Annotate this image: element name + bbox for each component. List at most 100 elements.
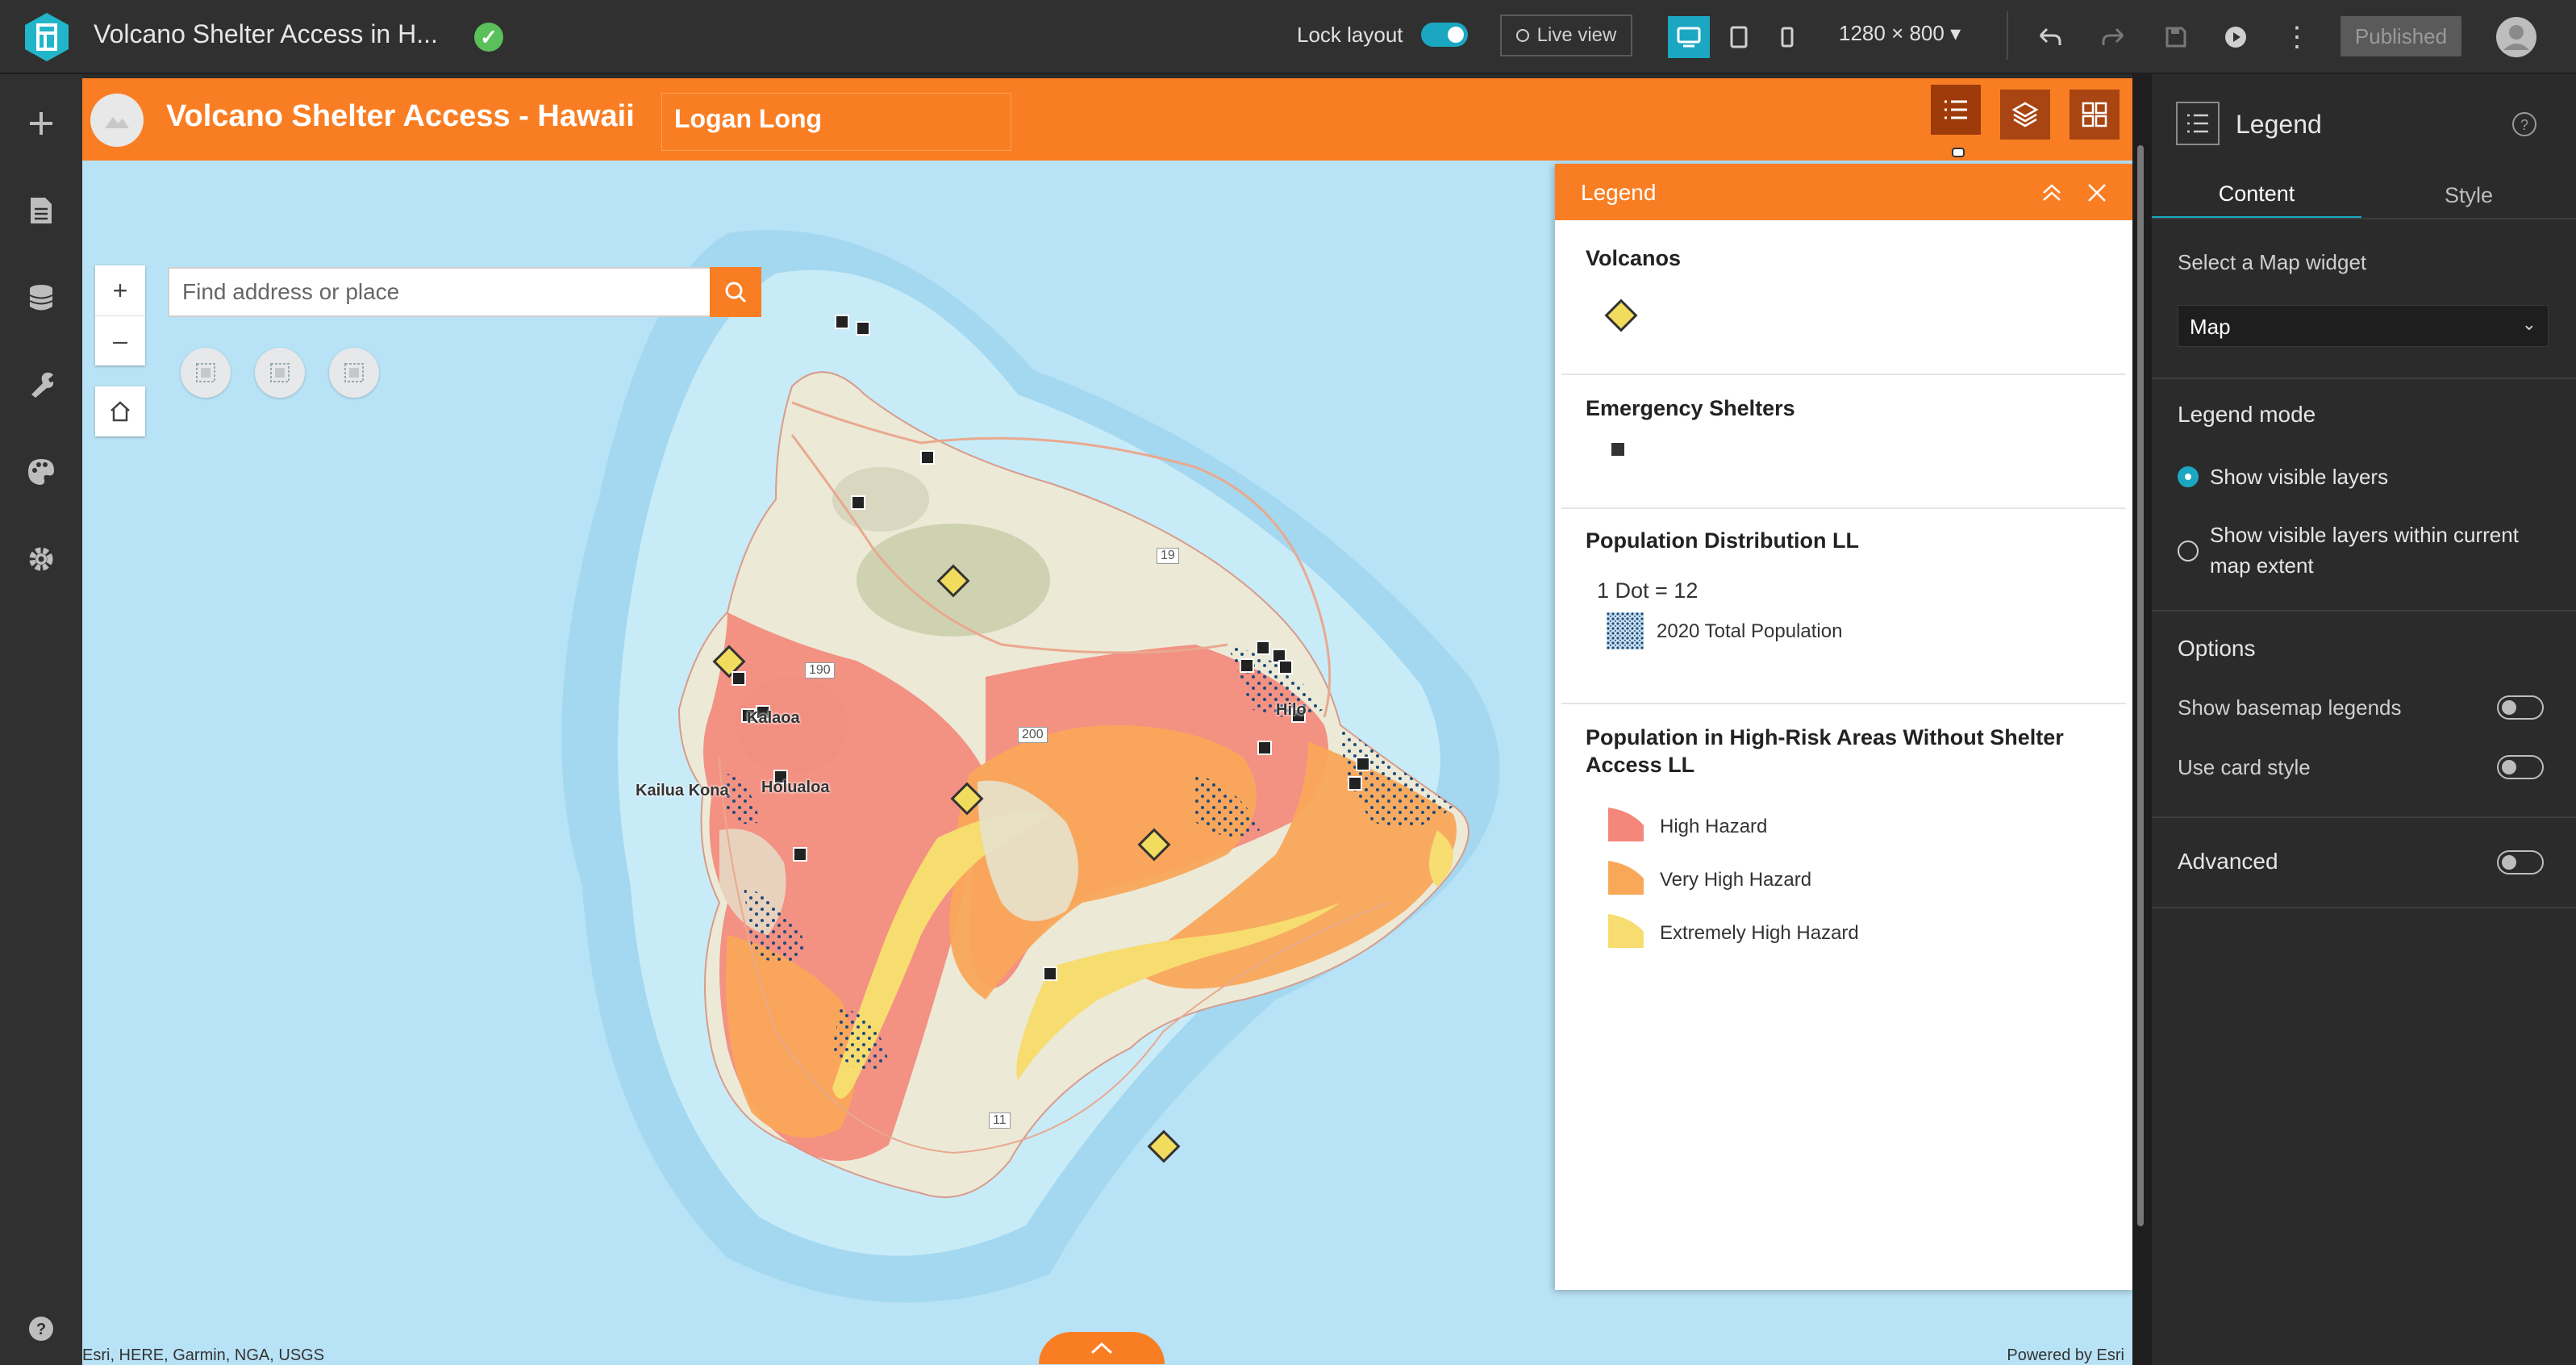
basemap-gallery-button[interactable] xyxy=(2070,90,2120,140)
zoom-control: + – xyxy=(95,265,145,365)
user-avatar[interactable] xyxy=(2495,16,2537,58)
publish-button[interactable]: Published xyxy=(2340,16,2461,56)
volcano-marker xyxy=(1147,1129,1181,1163)
zoom-out-button[interactable]: – xyxy=(95,315,145,365)
layers-button[interactable] xyxy=(2000,90,2050,140)
radio-visible-in-extent[interactable] xyxy=(2178,541,2199,561)
resolution-value: 1280 × 800 xyxy=(1839,21,1945,45)
population-dot-swatch xyxy=(1607,612,1644,649)
search-icon xyxy=(725,282,747,303)
legend-heading-volcanos: Volcanos xyxy=(1586,246,1682,270)
theme-palette-icon[interactable] xyxy=(21,452,61,492)
chevron-down-icon: ⌄ xyxy=(2521,314,2536,334)
user-icon xyxy=(2496,17,2536,57)
undo-button[interactable] xyxy=(2029,16,2071,58)
collapse-panel-button[interactable] xyxy=(2036,177,2068,209)
page-icon[interactable] xyxy=(21,190,61,231)
tablet-view-button[interactable] xyxy=(1718,16,1760,58)
settings-gear-icon[interactable] xyxy=(21,539,61,579)
shelter-marker xyxy=(793,847,807,862)
save-icon xyxy=(2165,27,2186,48)
select-widget-label: Select a Map widget xyxy=(2178,250,2367,274)
list-icon xyxy=(1945,100,1967,119)
legend-section-population: Population Distribution LL 1 Dot = 12 20… xyxy=(1561,509,2126,704)
help-icon[interactable]: ? xyxy=(21,1309,61,1349)
radio-visible-in-extent-label[interactable]: Show visible layers within current map e… xyxy=(2210,520,2549,581)
phone-view-button[interactable] xyxy=(1766,16,1808,58)
desktop-view-button[interactable] xyxy=(1668,16,1710,58)
play-icon xyxy=(2225,27,2246,48)
save-button[interactable] xyxy=(2155,16,2197,58)
toolbar-divider xyxy=(2007,11,2008,60)
population-item-label: 2020 Total Population xyxy=(1657,620,1843,642)
live-view-button[interactable]: Live view xyxy=(1500,15,1632,56)
close-panel-button[interactable] xyxy=(2081,177,2113,209)
experience-builder-logo-icon[interactable] xyxy=(23,11,71,63)
header-title[interactable]: Volcano Shelter Access - Hawaii xyxy=(166,99,635,134)
search-input[interactable] xyxy=(169,269,674,315)
map-widget-select[interactable]: Map ⌄ xyxy=(2178,305,2549,347)
card-style-label: Use card style xyxy=(2178,755,2311,779)
app-header: Volcano Shelter Access - Hawaii Logan Lo… xyxy=(82,78,2132,161)
layers-icon xyxy=(2011,102,2039,127)
section-divider xyxy=(2152,378,2576,379)
header-subtitle: Logan Long xyxy=(674,104,823,133)
map-tool-placeholder-2[interactable] xyxy=(255,348,305,398)
data-icon[interactable] xyxy=(21,278,61,318)
zoom-in-button[interactable]: + xyxy=(95,265,145,316)
legend-heading-risk: Population in High-Risk Areas Without Sh… xyxy=(1586,725,2064,777)
widget-placeholder-icon xyxy=(270,363,290,382)
search-button[interactable] xyxy=(710,267,761,317)
wrench-icon[interactable] xyxy=(21,365,61,405)
extreme-hazard-label: Extremely High Hazard xyxy=(1660,922,1859,944)
search-widget xyxy=(168,267,761,317)
tab-style[interactable]: Style xyxy=(2361,171,2576,219)
legend-toggle-button[interactable] xyxy=(1931,85,1981,135)
redo-icon xyxy=(2102,27,2124,45)
app-title[interactable]: Volcano Shelter Access in H... xyxy=(94,19,438,49)
live-view-icon xyxy=(1515,29,1529,42)
tab-content[interactable]: Content xyxy=(2152,171,2361,219)
extreme-hazard-swatch xyxy=(1608,914,1644,948)
map-attribution[interactable]: Esri, HERE, Garmin, NGA, USGS xyxy=(82,1346,324,1365)
resolution-dropdown[interactable]: 1280 × 800 ▾ xyxy=(1839,21,1961,46)
map-tool-placeholder-1[interactable] xyxy=(181,348,231,398)
road-label-11: 11 xyxy=(989,1112,1011,1129)
basemap-legends-toggle[interactable] xyxy=(2497,695,2544,720)
card-style-toggle[interactable] xyxy=(2497,755,2544,779)
place-label-holualoa: Holualoa xyxy=(761,779,830,796)
advanced-label: Advanced xyxy=(2178,849,2278,874)
options-label: Options xyxy=(2178,636,2256,661)
preview-button[interactable] xyxy=(2215,16,2257,58)
dot-ratio-label: 1 Dot = 12 xyxy=(1597,578,1699,603)
powered-by-esri[interactable]: Powered by Esri xyxy=(2007,1346,2124,1365)
section-divider xyxy=(2152,610,2576,612)
header-logo-icon[interactable] xyxy=(90,94,144,147)
shelter-marker xyxy=(920,450,935,465)
saved-check-icon: ✓ xyxy=(474,23,503,52)
high-hazard-label: High Hazard xyxy=(1660,816,1768,837)
canvas-scrollbar-thumb[interactable] xyxy=(2137,145,2144,1226)
shelter-marker xyxy=(1278,660,1293,674)
radio-show-visible[interactable] xyxy=(2178,466,2199,487)
help-icon[interactable]: ? xyxy=(2511,111,2537,141)
shelter-marker xyxy=(1348,776,1362,791)
section-divider xyxy=(2152,816,2576,818)
lock-layout-toggle[interactable] xyxy=(1421,23,1468,47)
chevrons-up-icon xyxy=(2043,184,2061,201)
volcano-marker xyxy=(936,564,970,598)
radio-show-visible-label[interactable]: Show visible layers xyxy=(2210,465,2388,490)
redo-button[interactable] xyxy=(2092,16,2134,58)
tablet-icon xyxy=(1730,26,1748,48)
top-toolbar: Volcano Shelter Access in H... ✓ Lock la… xyxy=(0,0,2576,74)
add-icon[interactable] xyxy=(21,103,61,144)
legend-heading-shelters: Emergency Shelters xyxy=(1586,396,1795,420)
map-tool-placeholder-3[interactable] xyxy=(329,348,379,398)
grid-icon xyxy=(2082,102,2107,127)
home-button[interactable] xyxy=(95,386,145,436)
app-canvas: Volcano Shelter Access - Hawaii Logan Lo… xyxy=(82,78,2132,1365)
footer-expand-button[interactable] xyxy=(1039,1332,1165,1364)
more-options-icon[interactable]: ⋮ xyxy=(2276,16,2318,58)
advanced-toggle[interactable] xyxy=(2497,850,2544,875)
desktop-icon xyxy=(1677,27,1701,48)
